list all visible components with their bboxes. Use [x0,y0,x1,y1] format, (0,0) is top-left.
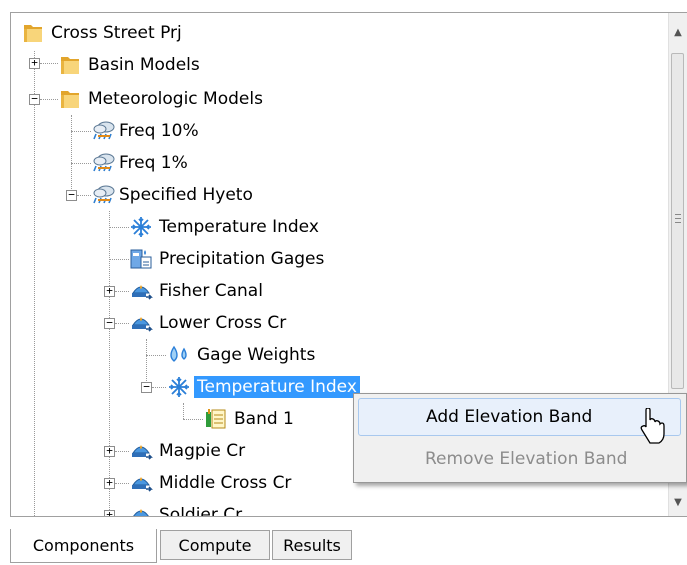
mouse-pointer-icon [640,408,665,444]
tree-item-freq-1[interactable]: Freq 1% [92,148,191,178]
tree-guide-line [152,387,166,388]
tree-guide-line [109,211,110,516]
grip-line [675,222,681,223]
tree-item-gage-weights[interactable]: Gage Weights [167,340,318,370]
tree-item-label: Basin Models [88,55,200,75]
folder-icon [58,53,82,77]
tree-item-label: Meteorologic Models [88,89,263,109]
tree-item-label: Middle Cross Cr [159,473,292,493]
tree-item-label: Temperature Index [194,376,360,398]
tree-item-label: Temperature Index [159,217,319,237]
tree-item-meteorologic-models[interactable]: Meteorologic Models [58,84,266,114]
tab-compute[interactable]: Compute [160,530,270,560]
tree-guide-line [115,291,129,292]
subbasin-icon [129,471,153,495]
tree-item-cross-street-prj[interactable]: Cross Street Prj [21,18,185,48]
tree-guide-line [71,163,91,164]
met-model-icon [92,119,116,143]
collapse-toggle-specified-hyeto[interactable]: − [66,189,77,201]
tab-components[interactable]: Components [10,529,157,563]
tree-item-band-1[interactable]: Band 1 [204,404,297,434]
tree-guide-line [34,51,35,516]
expand-toggle-fisher-canal[interactable]: + [104,285,115,297]
tree-item-label: Specified Hyeto [119,185,253,205]
tree-item-precipitation-gages[interactable]: Precipitation Gages [129,244,327,274]
scroll-up-arrow-icon[interactable]: ▲ [669,21,687,43]
subbasin-icon [129,311,153,335]
subbasin-icon [129,279,153,303]
tree-item-label: Freq 1% [119,153,188,173]
tree-item-basin-models[interactable]: Basin Models [58,50,203,80]
tree-item-fisher-canal[interactable]: Fisher Canal [129,276,266,306]
tree-item-specified-hyeto[interactable]: Specified Hyeto [92,180,256,210]
menu-item-remove-elevation-band[interactable]: Remove Elevation Band [358,440,681,478]
tree-guide-line [71,115,72,195]
tree-guide-line [115,483,129,484]
collapse-toggle-meteorologic-models[interactable]: − [29,93,40,105]
context-menu: Add Elevation Band Remove Elevation Band [353,393,687,483]
scrollbar-thumb[interactable] [671,53,684,389]
expand-toggle-soldier-cr[interactable]: + [104,509,115,516]
expand-toggle-middle-cross-cr[interactable]: + [104,477,115,489]
grip-line [675,218,681,219]
tree-guide-line [109,259,129,260]
gage-weights-icon [167,343,191,367]
tree-item-soldier-cr[interactable]: Soldier Cr [129,500,245,516]
tree-item-temperature-index-selected[interactable]: Temperature Index [167,372,360,402]
tree-guide-line [115,323,129,324]
tree-item-label: Band 1 [234,409,294,429]
tree-guide-line [109,227,129,228]
tree-item-label: Magpie Cr [159,441,246,461]
tree-guide-line [115,451,129,452]
tree-guide-line [77,195,91,196]
tree-item-label: Soldier Cr [159,505,243,516]
expand-toggle-basin-models[interactable]: + [29,57,40,69]
tab-results[interactable]: Results [272,530,352,560]
tree-item-middle-cross-cr[interactable]: Middle Cross Cr [129,468,294,498]
tree-item-magpie-cr[interactable]: Magpie Cr [129,436,248,466]
folder-icon [21,21,45,45]
tree-guide-line [183,403,184,419]
folder-icon [58,87,82,111]
tree-item-label: Cross Street Prj [51,23,182,43]
met-model-icon [92,183,116,207]
grip-line [675,214,681,215]
collapse-toggle-temperature-index[interactable]: − [141,381,152,393]
tree-item-lower-cross-cr[interactable]: Lower Cross Cr [129,308,289,338]
precip-gages-icon [129,247,153,271]
tree-item-freq-10[interactable]: Freq 10% [92,116,202,146]
subbasin-icon [129,439,153,463]
tree-guide-line [40,63,58,64]
elevation-band-icon [204,407,228,431]
tree-item-temperature-index[interactable]: Temperature Index [129,212,322,242]
tree-item-label: Freq 10% [119,121,199,141]
scroll-down-arrow-icon[interactable]: ▼ [669,491,687,513]
tree-guide-line [146,355,166,356]
tree-item-label: Lower Cross Cr [159,313,287,333]
snowflake-icon [129,215,153,239]
snowflake-icon [167,375,191,399]
tree-item-label: Precipitation Gages [159,249,325,269]
tree-guide-line [40,99,58,100]
tree-guide-line [183,419,203,420]
met-model-icon [92,151,116,175]
menu-item-add-elevation-band[interactable]: Add Elevation Band [358,398,681,436]
tree-item-label: Fisher Canal [159,281,263,301]
expand-toggle-magpie-cr[interactable]: + [104,445,115,457]
collapse-toggle-lower-cross-cr[interactable]: − [104,317,115,329]
tree-guide-line [71,131,91,132]
subbasin-icon [129,503,153,516]
tree-item-label: Gage Weights [197,345,316,365]
